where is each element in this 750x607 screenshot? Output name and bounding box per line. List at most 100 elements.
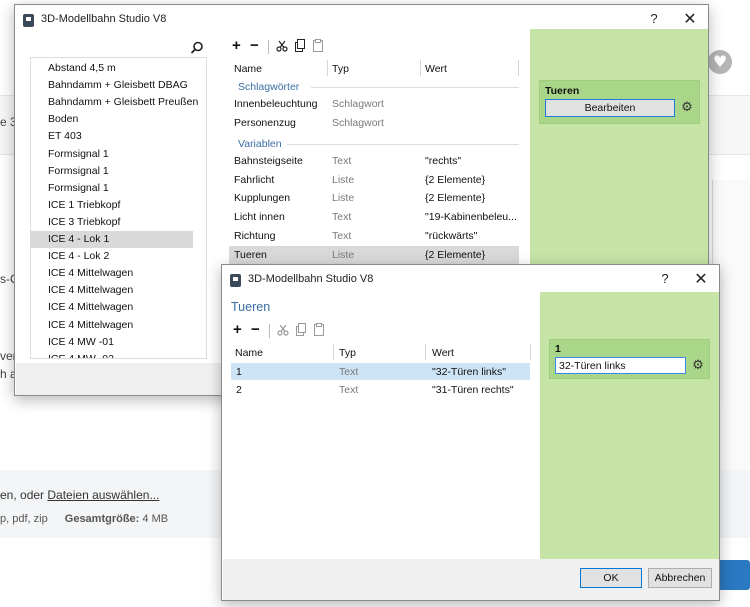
table-row-name[interactable]: 1 [236,366,242,378]
app-icon [23,14,34,27]
group-separator [311,87,519,88]
paste-icon[interactable] [312,39,324,52]
column-header-name[interactable]: Name [234,63,262,75]
table-row-type: Text [332,211,352,224]
add-icon[interactable]: + [232,38,241,54]
table-row-type: Schlagwort [332,98,384,110]
table-row-type: Text [339,384,359,396]
object-list[interactable]: Abstand 4,5 m Bahndamm + Gleisbett DBAG Ba… [30,57,207,359]
table-row-value: "rechts" [425,155,462,167]
list-item[interactable]: ICE 4 Mittelwagen [31,265,193,282]
close-button[interactable]: ✕ [680,9,700,28]
list-item[interactable]: ICE 4 MW -02 [31,351,193,358]
list-editor-window: 3D-Modellbahn Studio V8 ? ✕ Tueren + − N… [221,264,720,601]
list-item[interactable]: Formsignal 1 [31,146,193,163]
help-button[interactable]: ? [655,271,675,286]
select-files-link[interactable]: Dateien auswählen... [47,488,159,502]
table-row-value: {2 Elemente} [425,192,486,205]
property-title: 1 [555,343,561,355]
button-bar: OK Abbrechen [223,559,719,600]
list-item[interactable]: ICE 4 Mittelwagen [31,299,193,316]
column-divider [327,60,328,76]
list-item[interactable]: Bahndamm + Gleisbett DBAG [31,77,193,94]
property-box: Tueren Bearbeiten ⚙ [539,80,700,124]
cut-icon[interactable] [276,40,288,52]
window-title: 3D-Modellbahn Studio V8 [248,273,374,285]
table-row-name[interactable]: Personenzug [234,117,296,129]
gear-icon[interactable]: ⚙ [691,359,705,373]
column-header-typ[interactable]: Typ [339,347,356,359]
list-item[interactable]: Formsignal 1 [31,180,193,197]
table-row-value: "31-Türen rechts" [432,384,514,396]
properties-pane: 1 ⚙ [540,292,719,559]
list-item[interactable]: ICE 4 Mittelwagen [31,282,193,299]
search-icon[interactable] [190,41,204,55]
table-row-name[interactable]: Richtung [234,230,275,242]
table-row-type: Liste [332,192,355,205]
list-item[interactable]: ET 403 [31,128,193,145]
paste-icon[interactable] [313,323,325,336]
list-item[interactable]: ICE 4 - Lok 1 [31,231,193,248]
table-row-name[interactable]: 2 [236,384,242,396]
table-row-type: Text [332,229,352,242]
app-icon [230,274,241,287]
table-row-name[interactable]: Bahnsteigseite [234,155,303,167]
gear-icon[interactable]: ⚙ [680,101,694,115]
table-row-value: "32-Türen links" [432,366,506,378]
table-row-type: Liste [332,248,355,261]
group-separator [287,144,519,145]
list-item[interactable]: Formsignal 1 [31,163,193,180]
upload-info: p, pdf, zip Gesamtgröße: 4 MB [0,513,168,525]
heart-icon[interactable]: ♥ [708,50,732,74]
title-bar: 3D-Modellbahn Studio V8 ? ✕ [222,265,719,295]
remove-icon[interactable]: − [251,322,260,338]
column-divider [420,60,421,76]
group-vars: Variablen [238,138,282,150]
total-size-value: 4 MB [142,513,169,525]
table-row-name[interactable]: Kupplungen [234,192,290,204]
copy-icon[interactable] [295,323,307,336]
remove-icon[interactable]: − [250,38,259,54]
table-row-name[interactable]: Tueren [234,249,267,261]
cancel-button[interactable]: Abbrechen [648,568,712,588]
close-button[interactable]: ✕ [691,269,711,288]
list-item[interactable]: ICE 4 - Lok 2 [31,248,193,265]
table-row-type: Schlagwort [332,116,384,129]
table-row-name[interactable]: Fahrlicht [234,174,274,186]
list-item[interactable]: Boden [31,111,193,128]
list-item[interactable]: ICE 4 Mittelwagen [31,317,193,334]
column-divider [425,344,426,360]
cut-icon[interactable] [277,324,289,336]
list-heading: Tueren [231,300,271,314]
list-item[interactable]: ICE 4 MW -01 [31,334,193,351]
toolbar-divider [268,40,269,54]
table-row-type: Text [332,155,352,167]
table-row-name[interactable]: Innenbeleuchtung [234,98,318,110]
list-item[interactable]: ICE 3 Triebkopf [31,214,193,231]
list-item[interactable]: ICE 1 Triebkopf [31,197,193,214]
help-button[interactable]: ? [644,11,664,26]
ok-button[interactable]: OK [580,568,642,588]
add-icon[interactable]: + [233,322,242,338]
column-divider [530,344,531,360]
column-header-wert[interactable]: Wert [432,347,454,359]
table-row-value: "rückwärts" [425,229,478,242]
table-row-name[interactable]: Licht innen [234,211,285,223]
copy-icon[interactable] [294,39,306,52]
column-header-typ[interactable]: Typ [332,63,349,75]
upload-hint-text: en, oder [0,488,48,502]
property-box: 1 ⚙ [549,339,710,379]
table-row-value: {2 Elemente} [425,248,486,261]
table-row-type: Liste [332,173,355,186]
column-header-wert[interactable]: Wert [425,63,447,75]
list-item[interactable]: Abstand 4,5 m [31,60,193,77]
value-input[interactable] [555,357,686,374]
edit-button[interactable]: Bearbeiten [545,99,675,117]
window-title: 3D-Modellbahn Studio V8 [41,13,167,25]
table-row-value: "19-Kabinenbeleu... [425,211,517,224]
list-item[interactable]: Bahndamm + Gleisbett Preußen [31,94,198,111]
file-types: p, pdf, zip [0,513,48,525]
table-row-type: Text [339,366,359,378]
column-header-name[interactable]: Name [235,347,263,359]
toolbar-divider [269,324,270,338]
